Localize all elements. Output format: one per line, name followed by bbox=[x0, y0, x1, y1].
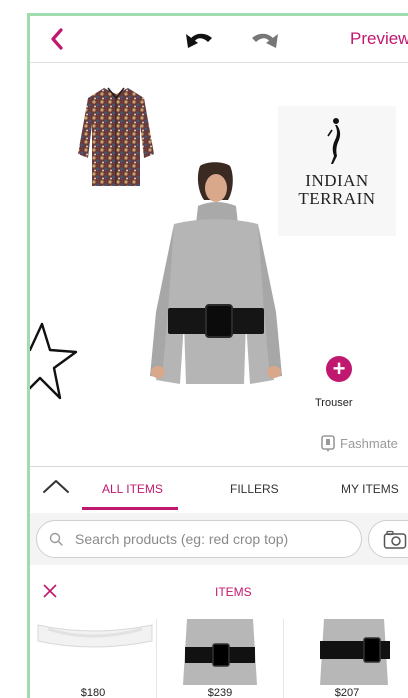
logo-text: INDIAN TERRAIN bbox=[278, 172, 396, 208]
product-price: $207 bbox=[334, 687, 360, 698]
active-tab-indicator bbox=[82, 507, 178, 510]
model-grey-dress-image[interactable] bbox=[134, 162, 284, 384]
undo-icon[interactable] bbox=[184, 28, 216, 52]
search-row bbox=[30, 513, 408, 565]
product-image-wide-belt bbox=[320, 619, 390, 685]
tab-all-items[interactable]: ALL ITEMS bbox=[102, 482, 163, 496]
search-input[interactable] bbox=[75, 529, 355, 549]
product-card[interactable]: $239 bbox=[157, 619, 283, 698]
product-card[interactable]: $180 bbox=[30, 619, 156, 698]
collage-canvas[interactable]: INDIAN TERRAIN + Trouser Fashmate bbox=[30, 64, 408, 466]
product-grid: $180 $239 $207 bbox=[30, 619, 408, 698]
preview-button[interactable]: Preview bbox=[350, 29, 408, 49]
item-picker-panel: ALL ITEMS FILLERS MY ITEMS Search produc… bbox=[30, 466, 408, 698]
fashmate-logo-icon bbox=[321, 435, 335, 452]
redo-icon[interactable] bbox=[248, 28, 280, 52]
product-price: $239 bbox=[207, 687, 233, 698]
product-image-black-belt bbox=[183, 619, 257, 685]
app-frame: Preview INDIAN TERRAIN + Trouser Fashmat… bbox=[27, 13, 408, 698]
product-image-white-belt bbox=[37, 624, 153, 648]
star-sticker-image[interactable] bbox=[30, 322, 80, 402]
product-card[interactable]: $207 bbox=[284, 619, 408, 698]
tab-my-items[interactable]: MY ITEMS bbox=[341, 482, 399, 496]
add-item-button[interactable]: + bbox=[326, 356, 352, 382]
chevron-left-icon[interactable] bbox=[46, 25, 70, 53]
logo-figure-icon bbox=[327, 118, 341, 164]
camera-icon bbox=[383, 530, 407, 549]
logo-line-1: INDIAN bbox=[305, 171, 369, 190]
add-item-label: Trouser bbox=[315, 397, 353, 409]
close-icon[interactable] bbox=[42, 583, 58, 599]
plus-icon: + bbox=[332, 356, 346, 381]
top-toolbar: Preview bbox=[30, 16, 408, 63]
indian-terrain-logo[interactable]: INDIAN TERRAIN bbox=[278, 106, 396, 236]
search-box[interactable] bbox=[36, 520, 362, 558]
items-section-title: ITEMS bbox=[215, 585, 252, 599]
camera-search-button[interactable] bbox=[368, 520, 408, 558]
product-price: $180 bbox=[80, 687, 106, 698]
chevron-up-icon[interactable] bbox=[42, 477, 70, 495]
logo-line-2: TERRAIN bbox=[298, 189, 376, 208]
tab-fillers[interactable]: FILLERS bbox=[230, 482, 279, 496]
fashmate-watermark: Fashmate bbox=[340, 436, 398, 451]
search-icon bbox=[49, 532, 63, 546]
